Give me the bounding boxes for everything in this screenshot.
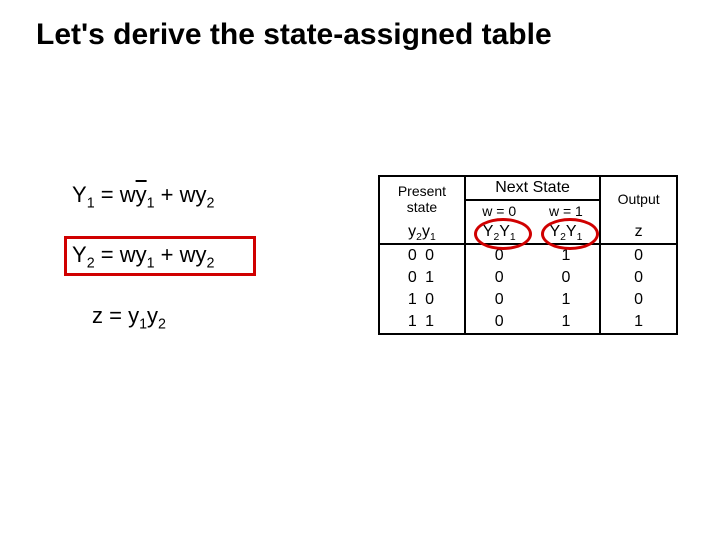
eq-y2-lhs: Y2	[72, 242, 95, 267]
state-table: Present state Next State Output w = 0 w …	[378, 175, 678, 335]
equation-z: z = y1y2	[92, 303, 214, 329]
col-present-header: Present state	[379, 176, 465, 221]
col-nextstate-header: Next State	[465, 176, 600, 200]
eq-z-term2: y2	[147, 303, 166, 328]
col-w1-header: w = 1	[533, 200, 601, 221]
eq-y1-term2: wy2	[180, 182, 215, 207]
slide-title: Let's derive the state-assigned table	[36, 18, 700, 52]
table-row: 0 0 0 1 0	[379, 244, 677, 267]
eq-y2-term2: wy2	[180, 242, 215, 267]
table-row: 1 1 0 1 1	[379, 311, 677, 334]
eq-y2-term1: wy1	[120, 242, 155, 267]
subheader-z: z	[600, 221, 677, 244]
col-w0-header: w = 0	[465, 200, 533, 221]
eq-z-term1: y1	[128, 303, 147, 328]
equation-block: Y1 = wy1 + wy2 Y2 = wy1 + wy2 z = y1y2	[72, 182, 214, 363]
equation-y1: Y1 = wy1 + wy2	[72, 182, 214, 208]
eq-y1-term1: wy1	[120, 182, 155, 207]
eq-y1-lhs: Y1	[72, 182, 95, 207]
table-row: 1 0 0 1 0	[379, 289, 677, 311]
subheader-Y2Y1-w1: Y2Y1	[533, 221, 601, 244]
table-row: 0 1 0 0 0	[379, 267, 677, 289]
subheader-Y2Y1-w0: Y2Y1	[465, 221, 533, 244]
equation-y2: Y2 = wy1 + wy2	[72, 242, 214, 268]
subheader-y2y1: y2y1	[379, 221, 465, 244]
col-output-header: Output	[600, 176, 677, 221]
